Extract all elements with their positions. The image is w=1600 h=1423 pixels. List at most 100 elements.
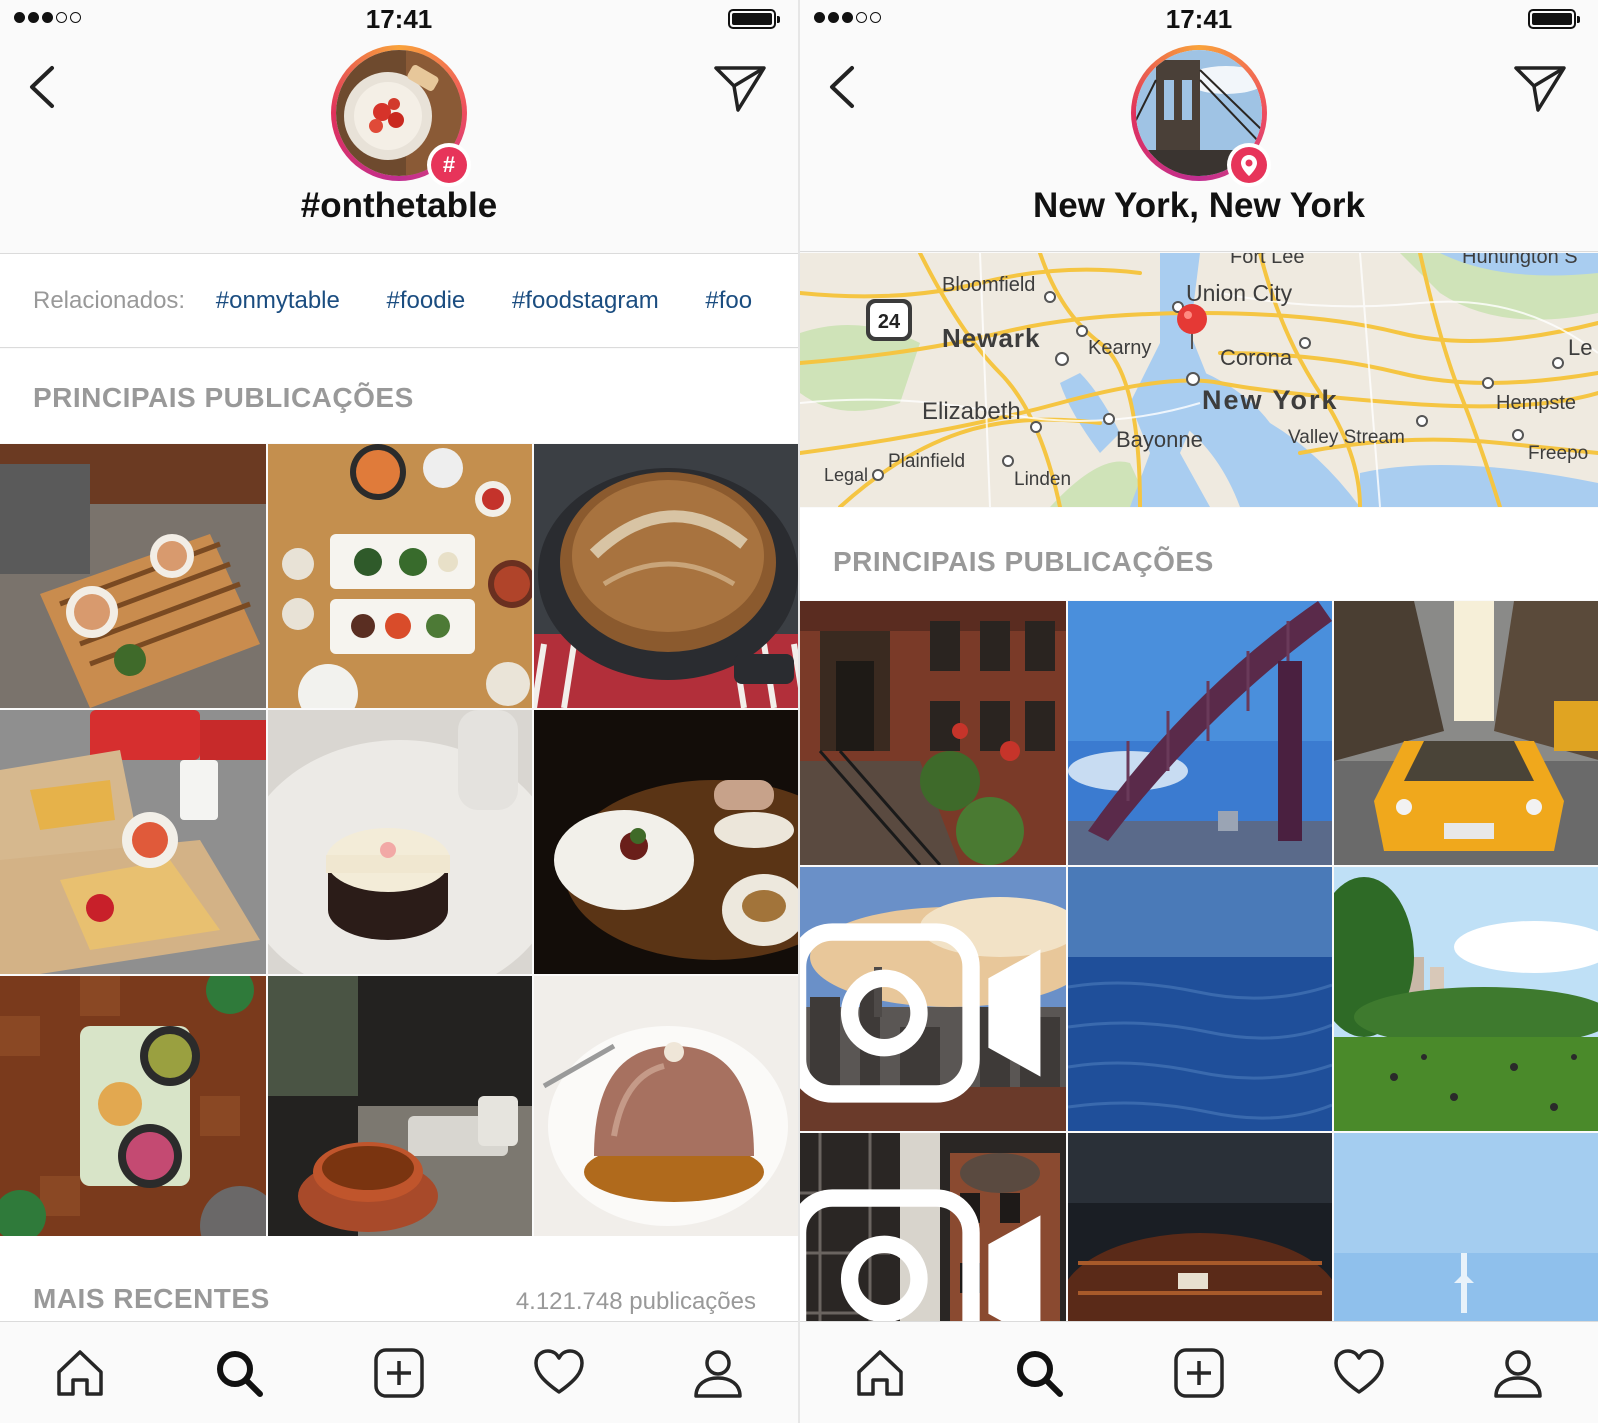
search-icon xyxy=(217,1350,264,1397)
bridge-photo xyxy=(1068,601,1332,865)
location-map[interactable]: 24 Fort Lee Huntington S Bloomfield Unio… xyxy=(800,253,1598,507)
status-time: 17:41 xyxy=(1165,4,1233,34)
svg-text:Plainfield: Plainfield xyxy=(888,451,965,472)
location-avatar xyxy=(1131,45,1271,187)
svg-text:Bloomfield: Bloomfield xyxy=(942,274,1035,296)
park-photo xyxy=(1334,867,1598,1131)
post-thumbnail[interactable] xyxy=(534,710,798,974)
home-icon xyxy=(57,1349,103,1396)
tab-search[interactable] xyxy=(209,1343,269,1403)
hashtag-screen: 17:41 # #onthetable Relacionados: #onmyt… xyxy=(0,0,798,1423)
chevron-left-icon xyxy=(830,66,854,108)
svg-text:Huntington S: Huntington S xyxy=(1462,253,1578,268)
chevron-left-icon xyxy=(30,66,54,108)
section-title-top-posts: PRINCIPAIS PUBLICAÇÕES xyxy=(33,382,414,413)
post-count: 4.121.748 publicações xyxy=(515,1288,756,1315)
back-button[interactable] xyxy=(24,62,64,112)
paper-plane-icon xyxy=(714,66,766,112)
related-label: Relacionados: xyxy=(33,287,186,314)
plus-square-icon xyxy=(374,1347,424,1398)
tab-activity[interactable] xyxy=(529,1343,589,1403)
top-posts-grid xyxy=(800,601,1598,1397)
svg-text:Freepo: Freepo xyxy=(1528,443,1588,464)
page-header: # #onthetable xyxy=(0,38,798,254)
svg-text:Elizabeth: Elizabeth xyxy=(922,398,1021,425)
battery-icon xyxy=(1528,9,1580,29)
brownstone-photo xyxy=(800,601,1066,865)
post-thumbnail[interactable] xyxy=(0,710,266,974)
hashtag-badge: # xyxy=(427,143,471,187)
battery-icon xyxy=(728,9,780,29)
post-thumbnail[interactable] xyxy=(800,867,1066,1131)
post-thumbnail[interactable] xyxy=(800,601,1066,865)
plus-square-icon xyxy=(1174,1347,1224,1398)
status-bar: 17:41 xyxy=(0,0,798,38)
location-pin-icon xyxy=(1241,155,1257,176)
post-thumbnail[interactable] xyxy=(0,444,266,708)
tab-home[interactable] xyxy=(50,1343,110,1403)
svg-text:Bayonne: Bayonne xyxy=(1116,427,1203,452)
user-icon xyxy=(694,1349,742,1398)
post-thumbnail[interactable] xyxy=(0,976,266,1240)
heart-icon xyxy=(533,1348,584,1394)
search-icon xyxy=(1017,1350,1064,1397)
korean-meal-photo xyxy=(268,444,532,708)
svg-text:Kearny: Kearny xyxy=(1088,337,1151,359)
noodle-bowls-photo xyxy=(0,444,266,708)
related-tag-foo[interactable]: #foo xyxy=(705,287,752,314)
post-thumbnail[interactable] xyxy=(534,444,798,708)
user-icon xyxy=(1494,1349,1542,1398)
tab-activity[interactable] xyxy=(1329,1343,1389,1403)
svg-text:Valley Stream: Valley Stream xyxy=(1288,427,1405,448)
post-thumbnail[interactable] xyxy=(268,710,532,974)
post-thumbnail[interactable] xyxy=(534,976,798,1240)
paper-plane-icon xyxy=(1514,66,1566,112)
tab-home[interactable] xyxy=(850,1343,910,1403)
post-thumbnail[interactable] xyxy=(1068,867,1332,1131)
share-button[interactable] xyxy=(712,62,768,114)
post-thumbnail[interactable] xyxy=(268,444,532,708)
cake-photo xyxy=(268,710,532,974)
section-title-recent: MAIS RECENTES xyxy=(33,1283,270,1314)
status-time: 17:41 xyxy=(365,4,433,34)
map-view: 24 Fort Lee Huntington S Bloomfield Unio… xyxy=(800,253,1598,507)
post-thumbnail[interactable] xyxy=(1334,601,1598,865)
location-badge xyxy=(1227,143,1271,187)
tab-new-post[interactable] xyxy=(369,1343,429,1403)
tab-profile[interactable] xyxy=(688,1343,748,1403)
related-tag-foodstagram[interactable]: #foodstagram xyxy=(512,287,659,314)
svg-text:New York: New York xyxy=(1202,385,1339,415)
top-posts-grid xyxy=(0,444,798,1240)
heart-icon xyxy=(1333,1348,1384,1394)
plated-dinner-photo xyxy=(534,710,798,974)
post-thumbnail[interactable] xyxy=(268,976,532,1240)
grilled-sandwich-photo xyxy=(0,710,266,974)
svg-text:Linden: Linden xyxy=(1014,469,1071,490)
share-button[interactable] xyxy=(1512,62,1568,114)
svg-text:Union City: Union City xyxy=(1186,280,1293,306)
tab-new-post[interactable] xyxy=(1169,1343,1229,1403)
page-title: #onthetable xyxy=(300,186,498,225)
chocolate-dome-photo xyxy=(534,976,798,1240)
post-thumbnail[interactable] xyxy=(1334,867,1598,1131)
location-screen: 17:41 New York, New York 24 Fort Lee Hun… xyxy=(800,0,1598,1423)
post-thumbnail[interactable] xyxy=(1068,601,1332,865)
pickles-plate-photo xyxy=(0,976,266,1240)
hashtag-avatar: # xyxy=(331,45,471,187)
tea-cup-photo xyxy=(268,976,532,1240)
tab-search[interactable] xyxy=(1009,1343,1069,1403)
tab-profile[interactable] xyxy=(1488,1343,1548,1403)
taxi-photo xyxy=(1334,601,1598,865)
back-button[interactable] xyxy=(824,62,864,112)
svg-text:Corona: Corona xyxy=(1220,345,1293,370)
water-photo xyxy=(1068,867,1332,1131)
svg-text:Hempste: Hempste xyxy=(1496,392,1576,414)
home-icon xyxy=(857,1349,903,1396)
bread-loaf-photo xyxy=(534,444,798,708)
related-tag-onmytable[interactable]: #onmytable xyxy=(216,287,340,314)
svg-text:Fort Lee: Fort Lee xyxy=(1230,253,1304,268)
page-title: New York, New York xyxy=(1033,186,1365,225)
related-tag-foodie[interactable]: #foodie xyxy=(387,287,466,314)
section-title-top-posts: PRINCIPAIS PUBLICAÇÕES xyxy=(833,546,1214,577)
related-hashtags: Relacionados: #onmytable #foodie #foodst… xyxy=(0,254,798,348)
